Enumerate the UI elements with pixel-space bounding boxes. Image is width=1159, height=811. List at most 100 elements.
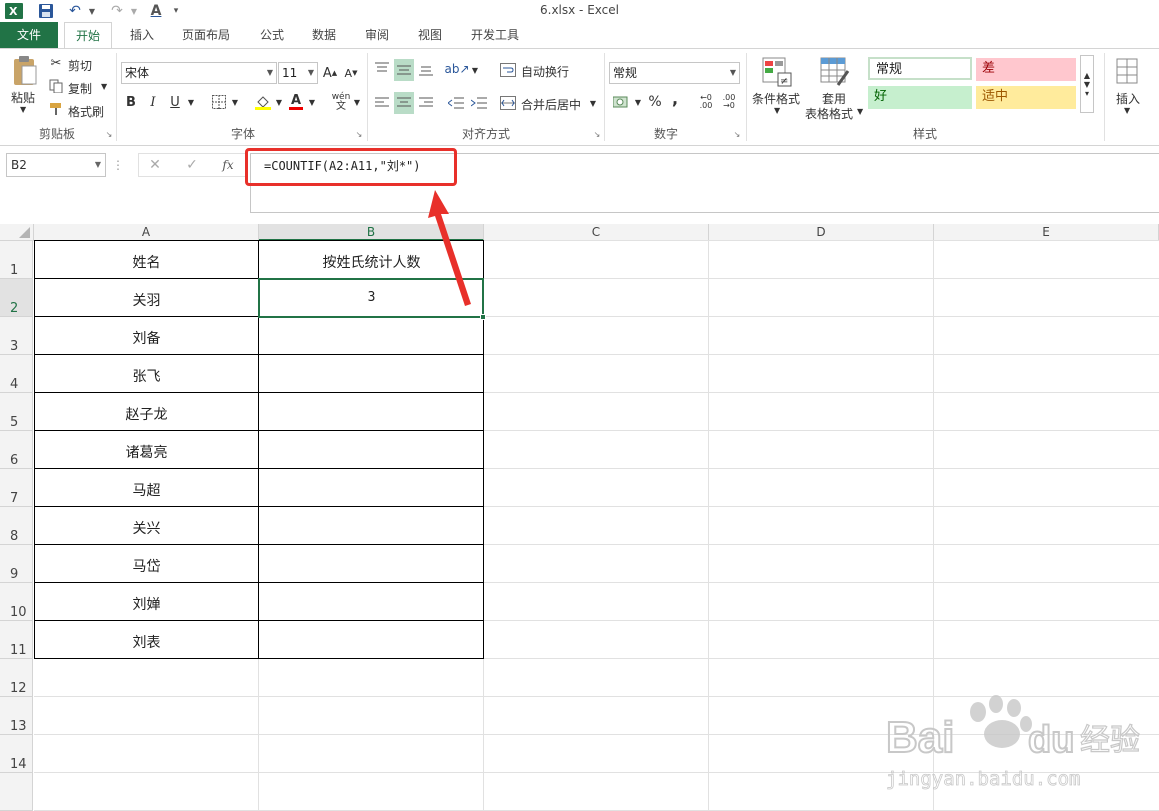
wrap-text-button[interactable]: 自动换行: [521, 63, 569, 80]
format-painter-button[interactable]: 格式刷: [68, 103, 104, 120]
accounting-dropdown-icon[interactable]: ▼: [633, 95, 643, 109]
column-header-e[interactable]: E: [934, 224, 1159, 241]
increase-indent-icon[interactable]: [470, 93, 488, 113]
grow-font-icon[interactable]: A ▲: [322, 64, 338, 82]
format-as-table-dropdown-icon[interactable]: ▼: [857, 107, 863, 116]
cell-a3[interactable]: 刘备: [34, 328, 259, 348]
paste-dropdown-icon[interactable]: ▼: [20, 105, 26, 114]
cell-a6[interactable]: 诸葛亮: [34, 442, 259, 462]
percent-button[interactable]: %: [646, 93, 664, 111]
font-color-icon[interactable]: A: [287, 93, 305, 111]
align-top-icon[interactable]: [373, 59, 391, 79]
orientation-icon[interactable]: ab↗: [444, 59, 469, 79]
fill-color-dropdown-icon[interactable]: ▼: [274, 95, 284, 109]
align-middle-icon[interactable]: [394, 59, 414, 81]
tab-formulas[interactable]: 公式: [250, 22, 294, 48]
merge-dropdown-icon[interactable]: ▼: [588, 96, 598, 110]
row-header-4[interactable]: 4: [0, 355, 33, 393]
phonetic-icon[interactable]: wén 文: [330, 93, 352, 112]
row-header-5[interactable]: 5: [0, 393, 33, 431]
row-header-1[interactable]: 1: [0, 241, 33, 279]
decrease-decimal-icon[interactable]: .00 →0: [720, 93, 738, 111]
cell-a2[interactable]: 关羽: [34, 290, 259, 310]
row-header-2[interactable]: 2: [0, 279, 33, 317]
copy-dropdown-icon[interactable]: ▼: [101, 82, 107, 91]
row-header-6[interactable]: 6: [0, 431, 33, 469]
enter-icon[interactable]: ✓: [183, 156, 201, 174]
tab-home[interactable]: 开始: [64, 22, 112, 49]
align-bottom-icon[interactable]: [417, 59, 435, 79]
row-header-3[interactable]: 3: [0, 317, 33, 355]
cell-a4[interactable]: 张飞: [34, 366, 259, 386]
row-header-9[interactable]: 9: [0, 545, 33, 583]
tab-view[interactable]: 视图: [408, 22, 452, 48]
tab-page-layout[interactable]: 页面布局: [172, 22, 240, 48]
row-header-7[interactable]: 7: [0, 469, 33, 507]
italic-button[interactable]: I: [145, 93, 161, 111]
tab-file[interactable]: 文件: [0, 22, 58, 48]
orientation-dropdown-icon[interactable]: ▼: [470, 63, 480, 77]
row-header-8[interactable]: 8: [0, 507, 33, 545]
conditional-dropdown-icon[interactable]: ▼: [774, 106, 780, 115]
cell-a1[interactable]: 姓名: [34, 252, 259, 272]
borders-icon[interactable]: [210, 94, 228, 110]
cancel-icon[interactable]: ✕: [146, 156, 164, 174]
insert-cells-dropdown-icon[interactable]: ▼: [1124, 106, 1130, 115]
wrap-text-icon[interactable]: [499, 61, 517, 79]
style-bad[interactable]: 差: [976, 58, 1076, 81]
decrease-indent-icon[interactable]: [447, 93, 465, 113]
tab-insert[interactable]: 插入: [120, 22, 164, 48]
font-color-dropdown-icon[interactable]: ▼: [307, 95, 317, 109]
cell-a9[interactable]: 马岱: [34, 556, 259, 576]
format-painter-icon[interactable]: [48, 101, 64, 117]
alignment-launcher-icon[interactable]: ↘: [592, 129, 602, 139]
number-launcher-icon[interactable]: ↘: [732, 129, 742, 139]
conditional-formatting-icon[interactable]: ≠: [760, 55, 794, 89]
shrink-font-icon[interactable]: A ▼: [343, 64, 359, 82]
cut-icon[interactable]: ✂: [48, 55, 64, 71]
align-left-icon[interactable]: [373, 93, 391, 113]
column-header-d[interactable]: D: [709, 224, 934, 241]
clipboard-launcher-icon[interactable]: ↘: [104, 129, 114, 139]
style-good[interactable]: 好: [868, 86, 972, 109]
row-header-11[interactable]: 11: [0, 621, 33, 659]
style-neutral[interactable]: 适中: [976, 86, 1076, 109]
paste-icon[interactable]: [10, 55, 38, 87]
style-normal[interactable]: 常规: [868, 57, 972, 80]
fill-handle[interactable]: [480, 314, 486, 320]
column-header-a[interactable]: A: [34, 224, 259, 241]
column-header-c[interactable]: C: [484, 224, 709, 241]
phonetic-dropdown-icon[interactable]: ▼: [352, 95, 362, 109]
insert-cells-icon[interactable]: [1114, 55, 1140, 89]
increase-decimal-icon[interactable]: ←0.00: [697, 93, 715, 111]
merge-center-icon[interactable]: [499, 94, 517, 112]
cut-button[interactable]: 剪切: [68, 57, 92, 74]
name-box[interactable]: B2 ▼: [6, 153, 106, 177]
align-right-icon[interactable]: [417, 93, 435, 113]
format-as-table-icon[interactable]: [818, 55, 852, 89]
paste-button[interactable]: 粘贴: [11, 89, 35, 106]
row-header-14[interactable]: 14: [0, 735, 33, 773]
cell-a10[interactable]: 刘婵: [34, 594, 259, 614]
merge-center-button[interactable]: 合并后居中: [521, 96, 581, 113]
fill-color-icon[interactable]: [254, 93, 272, 111]
format-as-table-button[interactable]: 表格格式: [805, 105, 853, 122]
cell-a7[interactable]: 马超: [34, 480, 259, 500]
styles-gallery-scroll[interactable]: ▲ ▼ ▾: [1080, 55, 1094, 113]
cell-a11[interactable]: 刘表: [34, 632, 259, 652]
font-size-select[interactable]: 11 ▼: [278, 62, 318, 84]
copy-button[interactable]: 复制: [68, 80, 92, 97]
row-header-15[interactable]: [0, 773, 33, 811]
tab-developer[interactable]: 开发工具: [462, 22, 528, 48]
row-header-10[interactable]: 10: [0, 583, 33, 621]
row-header-13[interactable]: 13: [0, 697, 33, 735]
comma-button[interactable]: ,: [668, 89, 682, 108]
tab-review[interactable]: 审阅: [355, 22, 399, 48]
copy-icon[interactable]: [48, 78, 64, 94]
font-launcher-icon[interactable]: ↘: [354, 129, 364, 139]
bold-button[interactable]: B: [123, 93, 139, 111]
select-all-corner[interactable]: [0, 224, 34, 241]
align-center-icon[interactable]: [394, 92, 414, 114]
accounting-format-icon[interactable]: [611, 93, 633, 111]
underline-dropdown-icon[interactable]: ▼: [186, 95, 196, 109]
